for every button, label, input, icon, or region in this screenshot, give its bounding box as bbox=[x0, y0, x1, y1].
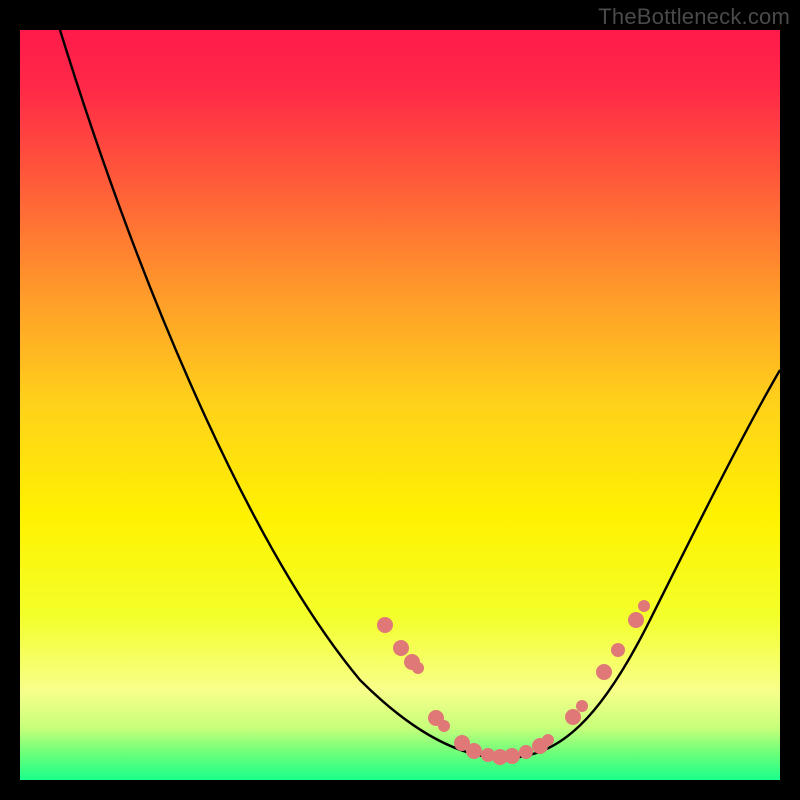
chart-svg bbox=[0, 0, 800, 800]
data-marker bbox=[565, 709, 581, 725]
data-marker bbox=[466, 743, 482, 759]
plot-background bbox=[20, 30, 780, 780]
data-marker bbox=[412, 662, 424, 674]
data-marker bbox=[638, 600, 650, 612]
data-marker bbox=[438, 720, 450, 732]
data-marker bbox=[576, 700, 588, 712]
data-marker bbox=[628, 612, 644, 628]
data-marker bbox=[504, 748, 520, 764]
data-marker bbox=[519, 745, 533, 759]
data-marker bbox=[542, 734, 554, 746]
chart-stage: TheBottleneck.com bbox=[0, 0, 800, 800]
data-marker bbox=[611, 643, 625, 657]
data-marker bbox=[596, 664, 612, 680]
data-marker bbox=[393, 640, 409, 656]
data-marker bbox=[377, 617, 393, 633]
attribution-text: TheBottleneck.com bbox=[598, 4, 790, 30]
